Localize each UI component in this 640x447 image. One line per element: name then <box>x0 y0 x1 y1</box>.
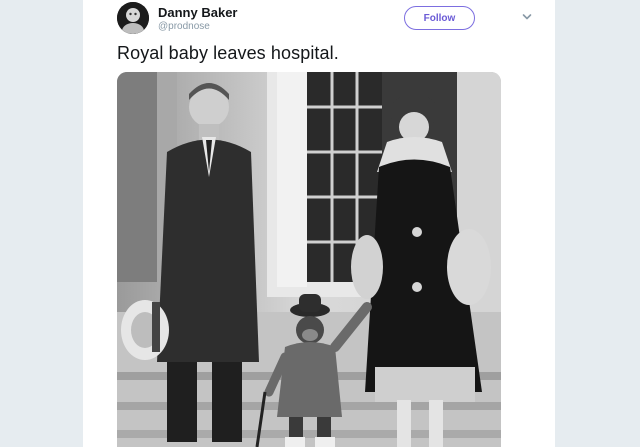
author-handle[interactable]: @prodnose <box>158 21 210 32</box>
tweet-text: Royal baby leaves hospital. <box>117 43 339 63</box>
tweet-card: Danny Baker @prodnose Follow Royal baby … <box>83 0 555 447</box>
author-display-name[interactable]: Danny Baker <box>158 5 237 20</box>
page-background-right <box>555 0 640 447</box>
page-background-left <box>0 0 83 447</box>
follow-button[interactable]: Follow <box>404 6 475 30</box>
tweet-photo[interactable] <box>117 72 501 447</box>
tweet-header: Danny Baker @prodnose Follow <box>117 2 547 36</box>
chevron-down-icon[interactable] <box>521 10 533 22</box>
avatar[interactable] <box>117 2 149 34</box>
